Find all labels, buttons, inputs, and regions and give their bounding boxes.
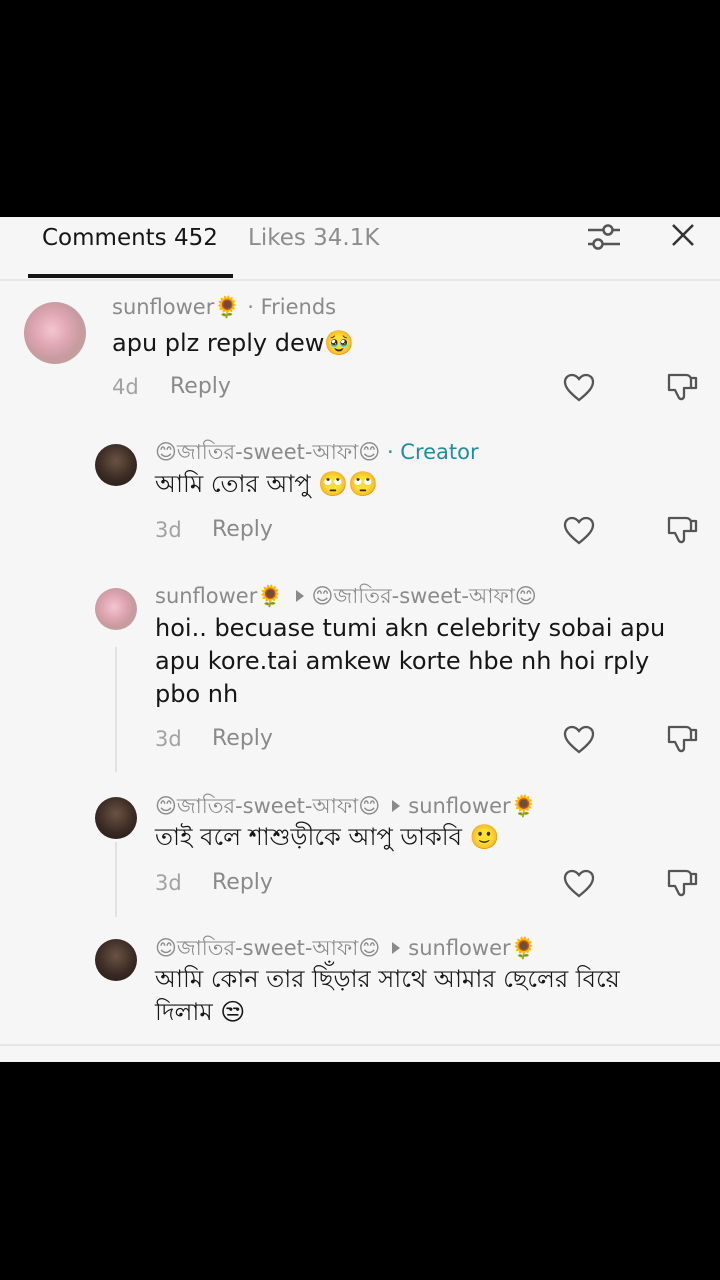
avatar[interactable] bbox=[95, 588, 137, 630]
reply-arrow-icon bbox=[392, 800, 401, 812]
comment-text: hoi.. becuase tumi akn celebrity sobai a… bbox=[155, 614, 666, 708]
reply-to-username[interactable]: sunflower bbox=[408, 936, 510, 960]
thumbs-down-outline-icon[interactable] bbox=[666, 514, 698, 546]
divider bbox=[0, 1044, 720, 1046]
close-icon[interactable] bbox=[668, 220, 698, 250]
reply-button[interactable]: Reply bbox=[212, 726, 273, 751]
friends-badge: · Friends bbox=[247, 295, 337, 319]
reply-button[interactable]: Reply bbox=[170, 374, 231, 399]
thumbs-down-outline-icon[interactable] bbox=[666, 371, 698, 403]
heart-outline-icon[interactable] bbox=[563, 725, 595, 755]
sunflower-emoji: 🌻 bbox=[214, 295, 241, 319]
comment-age: 3d bbox=[155, 871, 182, 895]
comment-text: আমি কোন তার ছিঁড়ার সাথে আমার ছেলের বিয়… bbox=[155, 965, 620, 1026]
comment-item: 😊জাতির-sweet-আফা😊 sunflower🌻 তাই বলে শাশু… bbox=[0, 787, 720, 917]
comment-age: 4d bbox=[112, 375, 139, 399]
comment-item: sunflower🌻 · Friends apu plz reply dew🥹 … bbox=[0, 287, 720, 417]
comment-username[interactable]: 😊জাতির-sweet-আফা😊 sunflower🌻 bbox=[155, 790, 537, 825]
username-text: 😊জাতির-sweet-আফা😊 bbox=[155, 936, 381, 960]
reply-button[interactable]: Reply bbox=[212, 870, 273, 895]
sunflower-emoji: 🌻 bbox=[510, 794, 537, 818]
avatar[interactable] bbox=[95, 797, 137, 839]
comment-username[interactable]: sunflower🌻 · Friends bbox=[112, 295, 336, 320]
username-text: 😊জাতির-sweet-আফা😊 bbox=[155, 440, 381, 464]
reply-to-username[interactable]: sunflower bbox=[408, 794, 510, 818]
avatar[interactable] bbox=[24, 302, 86, 364]
comment-item: 😊জাতির-sweet-আফা😊 · Creator আমি তোর আপু … bbox=[0, 430, 720, 560]
username-text: sunflower bbox=[112, 295, 215, 319]
creator-badge: · Creator bbox=[386, 440, 479, 464]
sunflower-emoji: 🌻 bbox=[510, 936, 537, 960]
comment-text: আমি তোর আপু 🙄🙄 bbox=[155, 470, 379, 498]
comment-age: 3d bbox=[155, 518, 182, 542]
reply-button[interactable]: Reply bbox=[212, 517, 273, 542]
heart-outline-icon[interactable] bbox=[563, 516, 595, 546]
reply-to-username[interactable]: 😊জাতির-sweet-আফা😊 bbox=[312, 584, 537, 608]
comment-text: apu plz reply dew🥹 bbox=[112, 329, 355, 357]
comment-username[interactable]: sunflower🌻 😊জাতির-sweet-আফা😊 bbox=[155, 580, 537, 615]
avatar[interactable] bbox=[95, 444, 137, 486]
username-text: sunflower bbox=[155, 584, 258, 608]
tab-bar: Comments 452 Likes 34.1K bbox=[0, 217, 720, 281]
tab-likes[interactable]: Likes 34.1K bbox=[248, 225, 379, 251]
comments-panel: Comments 452 Likes 34.1K sunflower🌻 · Fr… bbox=[0, 217, 720, 1062]
reply-arrow-icon bbox=[392, 942, 401, 954]
comment-username[interactable]: 😊জাতির-sweet-আফা😊 sunflower🌻 bbox=[155, 932, 537, 967]
comment-item: 😊জাতির-sweet-আফা😊 sunflower🌻 আমি কোন তার … bbox=[0, 929, 720, 1044]
heart-outline-icon[interactable] bbox=[563, 373, 595, 403]
avatar[interactable] bbox=[95, 939, 137, 981]
active-tab-indicator bbox=[28, 274, 233, 278]
heart-outline-icon[interactable] bbox=[563, 869, 595, 899]
thumbs-down-outline-icon[interactable] bbox=[666, 723, 698, 755]
reply-arrow-icon bbox=[295, 590, 304, 602]
comment-username[interactable]: 😊জাতির-sweet-আফা😊 · Creator bbox=[155, 436, 479, 471]
sunflower-emoji: 🌻 bbox=[257, 584, 284, 608]
tab-comments[interactable]: Comments 452 bbox=[42, 225, 218, 251]
username-text: 😊জাতির-sweet-আফা😊 bbox=[155, 794, 381, 818]
thumbs-down-outline-icon[interactable] bbox=[666, 867, 698, 899]
filter-sliders-icon[interactable] bbox=[586, 221, 622, 253]
comment-item: sunflower🌻 😊জাতির-sweet-আফা😊 hoi.. becuas… bbox=[0, 573, 720, 763]
comment-age: 3d bbox=[155, 727, 182, 751]
comment-text: তাই বলে শাশুড়ীকে আপু ডাকবি 🙂 bbox=[155, 823, 500, 851]
